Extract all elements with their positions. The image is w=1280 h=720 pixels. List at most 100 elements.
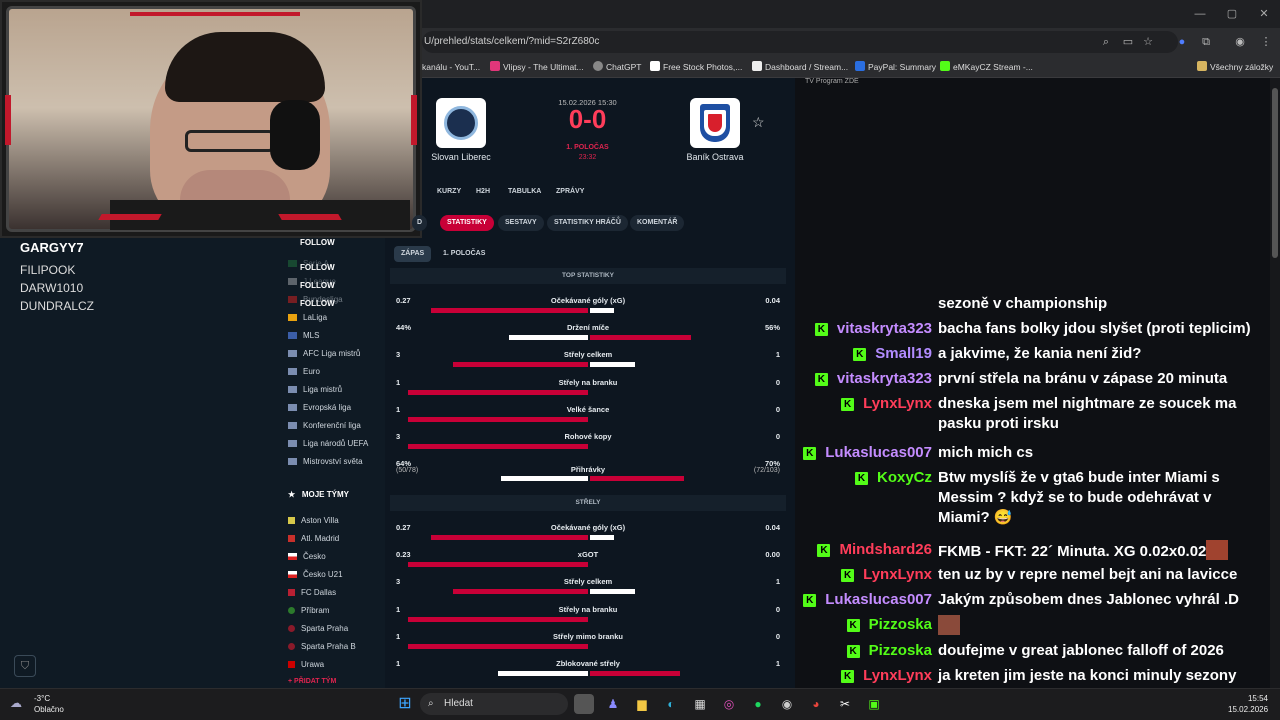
team-item[interactable]: Aston Villa bbox=[288, 516, 339, 525]
away-team-logo[interactable] bbox=[690, 98, 740, 148]
tab-statistiky-hracu[interactable]: STATISTIKY HRÁČŮ bbox=[547, 215, 628, 231]
league-item[interactable]: LaLiga bbox=[288, 313, 327, 322]
chat-username[interactable]: Lukaslucas007 bbox=[825, 591, 932, 608]
chrome-icon[interactable]: ◕ bbox=[806, 694, 826, 714]
league-item[interactable]: Liga národů UEFA bbox=[288, 439, 368, 448]
chat-author[interactable]: K Mindshard26 bbox=[817, 540, 932, 560]
scrollbar-thumb[interactable] bbox=[1272, 88, 1278, 258]
tab-komentar[interactable]: KOMENTÁŘ bbox=[630, 215, 685, 231]
system-clock[interactable]: 15:54 15.02.2026 bbox=[1228, 693, 1268, 715]
chat-username[interactable]: vitaskryta323 bbox=[837, 320, 932, 337]
chat-username[interactable]: Pizzoska bbox=[869, 616, 932, 633]
chat-author[interactable]: Kvitaskryta323 bbox=[814, 319, 932, 339]
period-zapas[interactable]: ZÁPAS bbox=[394, 246, 432, 262]
chat-username[interactable]: vitaskryta323 bbox=[837, 370, 932, 387]
all-bookmarks[interactable]: Všechny záložky bbox=[1197, 58, 1273, 76]
minimize-icon[interactable]: — bbox=[1184, 0, 1216, 28]
capcut-icon[interactable]: ✂ bbox=[835, 694, 855, 714]
tab-tabulka[interactable]: TABULKA bbox=[508, 188, 541, 195]
chat-author[interactable]: K LynxLynx bbox=[841, 394, 932, 414]
tab-statistiky[interactable]: STATISTIKY bbox=[440, 215, 494, 231]
close-icon[interactable]: ✕ bbox=[1248, 0, 1280, 28]
league-item[interactable]: Mistrovství světa bbox=[288, 457, 363, 466]
obs-icon[interactable]: ◉ bbox=[777, 694, 797, 714]
chat-username[interactable]: Small19 bbox=[875, 345, 932, 362]
bookmark-star-icon[interactable]: ☆ bbox=[1140, 32, 1156, 52]
app-icon[interactable]: ◎ bbox=[719, 694, 739, 714]
chat-username[interactable]: LynxLynx bbox=[863, 566, 932, 583]
chat-author[interactable]: K Pizzoska bbox=[846, 615, 932, 635]
chat-author[interactable]: K Lukaslucas007 bbox=[803, 590, 932, 610]
team-item[interactable]: Příbram bbox=[288, 606, 329, 615]
league-item[interactable]: Euro bbox=[288, 367, 320, 376]
spotify-icon[interactable]: ● bbox=[748, 694, 768, 714]
team-item[interactable]: Atl. Madrid bbox=[288, 534, 339, 543]
bookmark-item[interactable]: eMKayCZ Stream -... bbox=[940, 58, 1033, 76]
league-item[interactable]: Bundesliga bbox=[288, 295, 343, 304]
period-first-half[interactable]: 1. POLOČAS bbox=[436, 246, 492, 262]
weather-widget[interactable]: -3°C Oblačno bbox=[34, 693, 64, 715]
league-item[interactable]: Serie A bbox=[288, 259, 329, 268]
weather-cloud-icon[interactable]: ☁ bbox=[10, 696, 22, 710]
extension-icon[interactable]: ● bbox=[1174, 32, 1190, 52]
bookmark-item[interactable]: PayPal: Summary bbox=[855, 58, 936, 76]
kick-icon[interactable]: ▣ bbox=[864, 694, 884, 714]
chat-author[interactable]: K KoxyCz bbox=[854, 468, 932, 488]
extensions-puzzle-icon[interactable]: ⧉ bbox=[1198, 32, 1214, 52]
file-explorer-icon[interactable]: ▆ bbox=[632, 694, 652, 714]
tab-partial[interactable]: D bbox=[412, 215, 428, 231]
favorite-star-icon[interactable]: ☆ bbox=[752, 114, 765, 131]
chat-username[interactable]: Lukaslucas007 bbox=[825, 444, 932, 461]
chat-author[interactable]: K Lukaslucas007 bbox=[803, 443, 932, 463]
url-field[interactable]: U/prehled/stats/celkem/?mid=S2rZ680c bbox=[422, 31, 1178, 53]
bookmark-item[interactable]: ChatGPT bbox=[593, 58, 641, 76]
league-item[interactable]: AFC Liga mistrů bbox=[288, 349, 360, 358]
bookmark-item[interactable]: Vlipsy - The Ultimat... bbox=[490, 58, 584, 76]
task-view-icon[interactable] bbox=[574, 694, 594, 714]
home-team-name[interactable]: Slovan Liberec bbox=[411, 152, 511, 162]
league-item[interactable]: Evropská liga bbox=[288, 403, 351, 412]
shield-icon[interactable]: ⛉ bbox=[14, 655, 36, 677]
teams-icon[interactable]: ♟ bbox=[603, 694, 623, 714]
tab-zpravy[interactable]: ZPRÁVY bbox=[556, 188, 584, 195]
chat-author[interactable]: K Small19 bbox=[853, 344, 932, 364]
league-item[interactable]: Konferenční liga bbox=[288, 421, 361, 430]
add-team-button[interactable]: + PŘIDAT TÝM bbox=[288, 678, 336, 685]
team-item[interactable]: Česko U21 bbox=[288, 570, 343, 579]
chat-author[interactable]: K LynxLynx bbox=[841, 666, 932, 686]
chat-author[interactable]: K LynxLynx bbox=[841, 565, 932, 585]
cast-icon[interactable]: ▭ bbox=[1120, 32, 1136, 52]
tab-h2h[interactable]: H2H bbox=[476, 188, 490, 195]
bookmark-item[interactable]: Dashboard / Stream... bbox=[752, 58, 848, 76]
chat-username[interactable]: LynxLynx bbox=[863, 667, 932, 684]
bookmark-item[interactable]: Free Stock Photos,... bbox=[650, 58, 742, 76]
taskbar-search[interactable]: ⌕ Hledat bbox=[420, 693, 568, 715]
tab-kurzy[interactable]: KURZY bbox=[437, 188, 461, 195]
chat-author[interactable]: K Pizzoska bbox=[846, 641, 932, 661]
team-item[interactable]: Sparta Praha bbox=[288, 624, 348, 633]
tab-sestavy[interactable]: SESTAVY bbox=[498, 215, 544, 231]
bookmark-item[interactable]: kanálu - YouT... bbox=[422, 58, 480, 76]
league-item[interactable]: J League bbox=[288, 277, 336, 286]
tv-program-link[interactable]: TV Program ZDE bbox=[805, 78, 859, 85]
team-item[interactable]: Urawa bbox=[288, 660, 324, 669]
edge-icon[interactable]: ◐ bbox=[661, 694, 681, 714]
windows-start-icon[interactable]: ⊞ bbox=[395, 694, 415, 714]
team-item[interactable]: Česko bbox=[288, 552, 326, 561]
menu-kebab-icon[interactable]: ⋮ bbox=[1258, 32, 1274, 52]
store-icon[interactable]: ▦ bbox=[690, 694, 710, 714]
chat-username[interactable]: KoxyCz bbox=[877, 469, 932, 486]
league-item[interactable]: MLS bbox=[288, 331, 319, 340]
league-item[interactable]: Liga mistrů bbox=[288, 385, 342, 394]
chat-author[interactable]: Kvitaskryta323 bbox=[814, 369, 932, 389]
maximize-icon[interactable]: ▢ bbox=[1216, 0, 1248, 28]
away-team-name[interactable]: Baník Ostrava bbox=[665, 152, 765, 162]
chat-username[interactable]: Mindshard26 bbox=[839, 541, 932, 558]
team-item[interactable]: Sparta Praha B bbox=[288, 642, 356, 651]
zoom-icon[interactable]: ⌕ bbox=[1098, 32, 1114, 52]
chat-username[interactable]: LynxLynx bbox=[863, 395, 932, 412]
team-item[interactable]: FC Dallas bbox=[288, 588, 336, 597]
chat-username[interactable]: Pizzoska bbox=[869, 642, 932, 659]
profile-avatar-icon[interactable]: ◉ bbox=[1232, 32, 1248, 52]
home-team-logo[interactable] bbox=[436, 98, 486, 148]
